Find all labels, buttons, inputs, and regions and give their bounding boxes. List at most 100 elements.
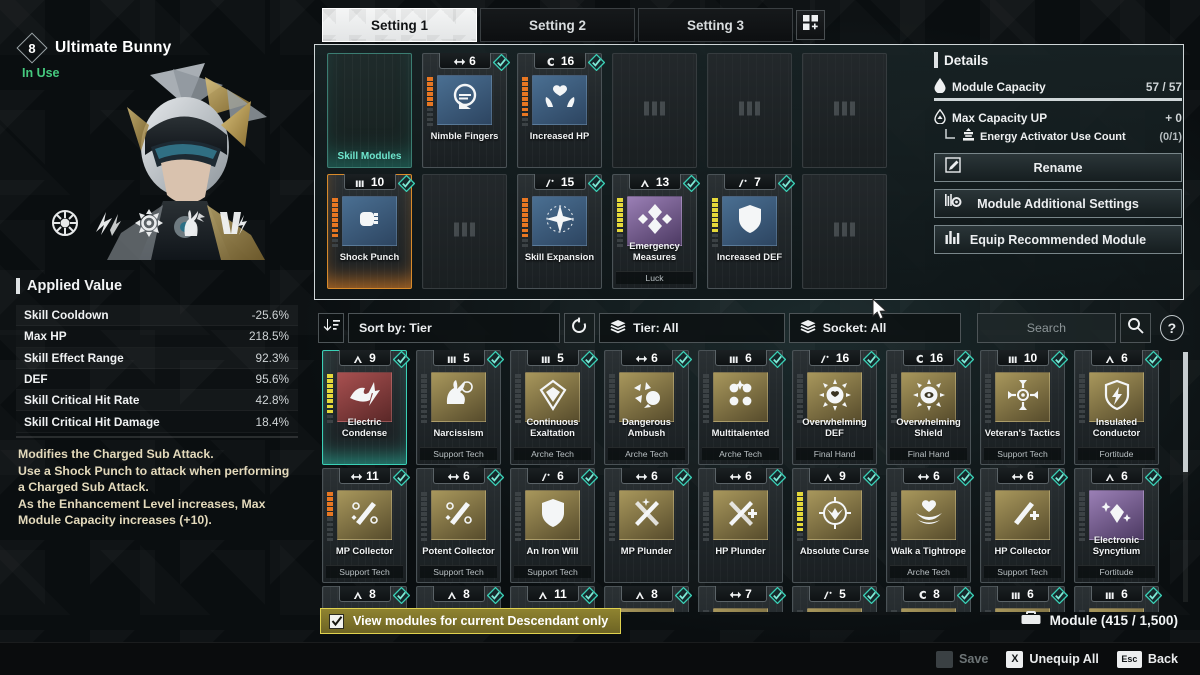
skill-modules-slot[interactable]: Skill Modules [327,53,412,168]
section-tick-icon [16,278,20,294]
tier-filter-dropdown[interactable]: Tier: All [599,313,785,343]
enhancement-pip [703,502,709,506]
enhancement-pip [327,502,333,506]
enhancement-pip [609,507,615,511]
ability-icon-row [50,208,248,238]
module-cost: 6 [933,468,940,483]
rabbit-spark-ability-icon[interactable] [176,208,206,238]
module-card[interactable]: 6 Insulated Conductor Fortitude [1074,350,1163,465]
module-card[interactable]: 6 Electronic Syncytium Fortitude [1074,468,1163,583]
help-button[interactable]: ? [1159,315,1184,341]
module-card[interactable]: 13 Emergency Measures Luck [612,174,701,289]
collector-plus-icon [1006,496,1040,535]
add-preset-button[interactable] [796,10,825,40]
enhancement-pip [522,223,528,228]
module-card[interactable]: 6 Dangerous Ambush Arche Tech [604,350,693,465]
tab-setting-2[interactable]: Setting 2 [480,8,635,42]
module-slot-empty[interactable] [422,174,507,289]
module-icon-box [337,372,392,422]
enhancement-pip [515,537,521,542]
energy-activator-value: (0/1) [1159,130,1182,143]
gear-burst-ability-icon[interactable] [134,208,164,238]
equip-recommended-module-button[interactable]: Equip Recommended Module [934,225,1182,254]
sort-by-dropdown[interactable]: Sort by: Tier [348,313,560,343]
module-card[interactable]: 16 Overwhelming DEF Final Hand [792,350,881,465]
reset-icon [570,317,588,340]
equipped-module-row: 10 Shock Punch 15 Skill Expansion 13 Emergenc… [327,174,887,289]
module-card[interactable]: 5 Continuous Exaltation Arche Tech [510,350,599,465]
module-card[interactable]: 9 Absolute Curse [792,468,881,583]
module-card[interactable]: 5 Narcissism Support Tech [416,350,505,465]
rename-button[interactable]: Rename [934,153,1182,182]
module-card-header: 6 [526,468,579,484]
module-card[interactable]: 16 Overwhelming Shield Final Hand [886,350,975,465]
enhancement-pip [985,374,991,378]
module-card-header: 5 [432,350,485,366]
sort-direction-button[interactable] [318,313,345,343]
module-card[interactable]: 6 Nimble Fingers [422,53,511,168]
double-bolt-ability-icon[interactable] [218,208,248,238]
module-card[interactable]: 10 Veteran's Tactics Support Tech [980,350,1069,465]
tab-setting-1[interactable]: Setting 1 [322,8,477,42]
sunburst-eye-icon [912,378,946,417]
module-slot-empty[interactable] [802,174,887,289]
tab-setting-3[interactable]: Setting 3 [638,8,793,42]
module-slot-empty[interactable] [707,53,792,168]
module-card[interactable]: 6 Multitalented Arche Tech [698,350,787,465]
lightning-dash-ability-icon[interactable] [92,208,122,238]
module-icon-box [722,196,777,246]
module-card[interactable]: 6 MP Plunder [604,468,693,583]
enhancement-pip [421,492,427,496]
search-button[interactable] [1120,313,1151,343]
crossed-blades-plus-icon [724,496,758,535]
module-owned-check-icon [674,350,693,369]
module-card[interactable]: 6 Potent Collector Support Tech [416,468,505,583]
module-card[interactable]: 16 Increased HP [517,53,606,168]
details-panel: Details Module Capacity 57 / 57 Max Capa… [934,52,1182,254]
module-icon-box [901,490,956,540]
module-additional-settings-button[interactable]: Module Additional Settings [934,189,1182,218]
module-card-header: 6 [620,468,673,484]
module-inventory-grid[interactable]: 9 Electric Condense 5 Narcissism Support Tec… [322,350,1167,612]
enhancement-pip [515,389,521,393]
tier-filter-label: Tier: All [633,321,679,335]
module-card[interactable]: 6 Walk a Tightrope Arche Tech [886,468,975,583]
search-placeholder: Search [1026,321,1066,335]
enhancement-pip [522,82,528,86]
module-capacity-bar [934,98,1182,101]
reset-filters-button[interactable] [563,313,596,343]
enhancement-pip [427,82,433,86]
module-card[interactable]: 6 HP Collector Support Tech [980,468,1069,583]
applied-value-header: Applied Value [16,278,122,294]
module-card[interactable]: 7 Increased DEF [707,174,796,289]
hint-unequip-all[interactable]: X Unequip All [1006,650,1099,668]
module-slot-empty[interactable] [802,53,887,168]
tree-branch-icon [944,128,957,146]
module-cost: 9 [369,350,376,365]
module-card[interactable]: 10 Shock Punch [327,174,416,289]
enhancement-pip-track [515,374,521,424]
module-cost: 15 [560,174,575,189]
wheel-ability-icon[interactable] [50,208,80,238]
enhancement-pip [985,517,991,522]
module-card[interactable]: 11 MP Collector Support Tech [322,468,411,583]
current-descendant-filter-checkbox[interactable]: View modules for current Descendant only [320,608,622,634]
enhancement-pip [515,517,521,522]
stat-name: Skill Cooldown [24,308,109,323]
module-card[interactable]: 9 Electric Condense [322,350,411,465]
module-slot-empty[interactable] [612,53,697,168]
socket-cerulean-icon [453,55,466,66]
stat-row: Skill Effect Range 92.3% [16,347,298,369]
search-input[interactable]: Search [976,313,1117,343]
inventory-scrollbar-thumb[interactable] [1183,352,1188,472]
module-card[interactable]: 6 An Iron Will Support Tech [510,468,599,583]
tab-label: Setting 1 [370,17,428,33]
module-card[interactable]: 6 HP Plunder [698,468,787,583]
hint-back[interactable]: Esc Back [1116,650,1178,668]
enhancement-pip [891,532,897,537]
socket-xantic-icon [1105,352,1118,364]
module-tag: Support Tech [420,447,497,460]
module-card[interactable]: 15 Skill Expansion [517,174,606,289]
enhancement-pip [427,77,433,81]
inventory-scrollbar[interactable] [1183,352,1188,602]
